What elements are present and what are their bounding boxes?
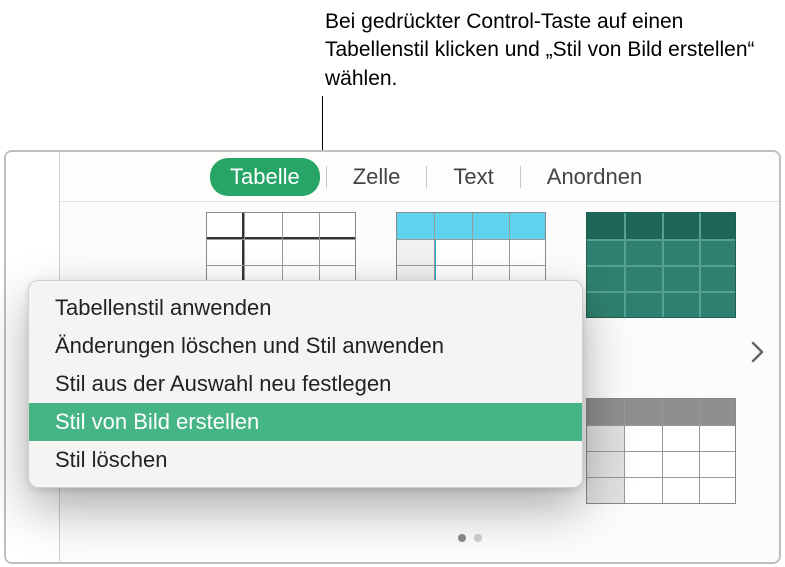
page-dots: [458, 534, 482, 542]
menu-apply-style[interactable]: Tabellenstil anwenden: [29, 289, 582, 327]
chevron-right-icon: [751, 341, 765, 363]
inspector-tab-bar: Tabelle Zelle Text Anordnen: [60, 152, 779, 202]
instruction-callout: Bei gedrückter Control-Taste auf einen T…: [325, 8, 775, 93]
styles-next-page[interactable]: [743, 332, 773, 372]
tab-separator: [326, 166, 327, 188]
tab-table[interactable]: Tabelle: [210, 158, 320, 196]
menu-clear-and-apply[interactable]: Änderungen löschen und Stil anwenden: [29, 327, 582, 365]
menu-delete-style[interactable]: Stil löschen: [29, 441, 582, 479]
page-dot[interactable]: [458, 534, 466, 542]
tab-separator: [426, 166, 427, 188]
menu-redefine-from-selection[interactable]: Stil aus der Auswahl neu festlegen: [29, 365, 582, 403]
table-style-teal[interactable]: [586, 212, 736, 318]
tab-text[interactable]: Text: [433, 158, 513, 196]
menu-create-from-image[interactable]: Stil von Bild erstellen: [29, 403, 582, 441]
tab-separator: [520, 166, 521, 188]
page-dot[interactable]: [474, 534, 482, 542]
tab-arrange[interactable]: Anordnen: [527, 158, 662, 196]
tab-cell[interactable]: Zelle: [333, 158, 421, 196]
table-style-context-menu: Tabellenstil anwenden Änderungen löschen…: [28, 280, 583, 488]
table-style-gray-header[interactable]: [586, 398, 736, 504]
